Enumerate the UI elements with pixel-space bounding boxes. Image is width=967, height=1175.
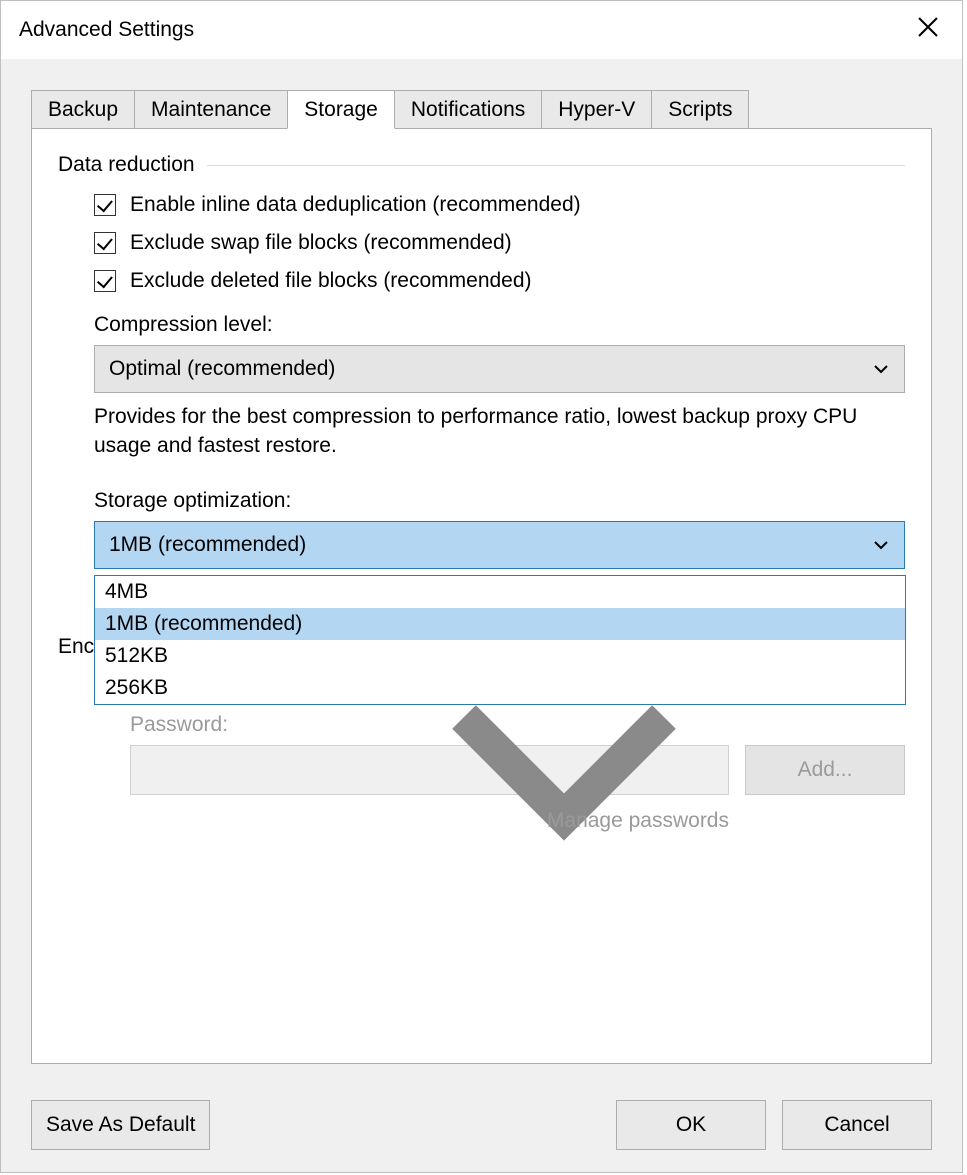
swap-label: Exclude swap file blocks (recommended) xyxy=(130,231,512,255)
cancel-button[interactable]: Cancel xyxy=(782,1100,932,1150)
storage-opt-dropdown: 4MB 1MB (recommended) 512KB 256KB xyxy=(94,575,906,705)
deleted-checkbox[interactable] xyxy=(94,270,116,292)
dedup-label: Enable inline data deduplication (recomm… xyxy=(130,193,581,217)
chevron-down-icon xyxy=(872,536,890,554)
close-icon xyxy=(917,16,939,44)
storage-opt-option-256kb[interactable]: 256KB xyxy=(95,672,905,704)
compression-help: Provides for the best compression to per… xyxy=(94,403,905,461)
tab-hyperv[interactable]: Hyper-V xyxy=(541,90,652,129)
dialog-body: Backup Maintenance Storage Notifications… xyxy=(1,59,962,1172)
save-as-default-button[interactable]: Save As Default xyxy=(31,1100,210,1150)
storage-opt-label: Storage optimization: xyxy=(94,489,905,513)
storage-opt-option-4mb[interactable]: 4MB xyxy=(95,576,905,608)
swap-row: Exclude swap file blocks (recommended) xyxy=(94,231,905,255)
compression-label: Compression level: xyxy=(94,313,905,337)
storage-opt-value: 1MB (recommended) xyxy=(109,533,306,557)
swap-checkbox[interactable] xyxy=(94,232,116,254)
close-button[interactable] xyxy=(908,10,948,50)
storage-opt-combo[interactable]: 1MB (recommended) xyxy=(94,521,905,569)
storage-panel: Data reduction Enable inline data dedupl… xyxy=(31,128,932,1064)
chevron-down-icon xyxy=(872,360,890,378)
tab-notifications[interactable]: Notifications xyxy=(394,90,542,129)
tab-backup[interactable]: Backup xyxy=(31,90,135,129)
add-password-button: Add... xyxy=(745,745,905,795)
tabs: Backup Maintenance Storage Notifications… xyxy=(31,89,932,128)
data-reduction-header: Data reduction xyxy=(58,153,905,177)
dedup-row: Enable inline data deduplication (recomm… xyxy=(94,193,905,217)
data-reduction-content: Enable inline data deduplication (recomm… xyxy=(58,193,905,569)
divider xyxy=(207,165,905,166)
deleted-row: Exclude deleted file blocks (recommended… xyxy=(94,269,905,293)
password-combo xyxy=(130,745,729,795)
storage-opt-option-1mb[interactable]: 1MB (recommended) xyxy=(95,608,905,640)
compression-value: Optimal (recommended) xyxy=(109,357,335,381)
compression-combo[interactable]: Optimal (recommended) xyxy=(94,345,905,393)
dialog-footer: Save As Default OK Cancel xyxy=(1,1082,962,1172)
tab-maintenance[interactable]: Maintenance xyxy=(134,90,288,129)
storage-opt-option-512kb[interactable]: 512KB xyxy=(95,640,905,672)
title-bar: Advanced Settings xyxy=(1,1,962,59)
tab-storage[interactable]: Storage xyxy=(287,90,395,129)
data-reduction-label: Data reduction xyxy=(58,153,207,177)
dialog-title: Advanced Settings xyxy=(19,18,194,42)
tab-scripts[interactable]: Scripts xyxy=(651,90,749,129)
deleted-label: Exclude deleted file blocks (recommended… xyxy=(130,269,532,293)
ok-button[interactable]: OK xyxy=(616,1100,766,1150)
dedup-checkbox[interactable] xyxy=(94,194,116,216)
advanced-settings-dialog: Advanced Settings Backup Maintenance Sto… xyxy=(0,0,963,1173)
